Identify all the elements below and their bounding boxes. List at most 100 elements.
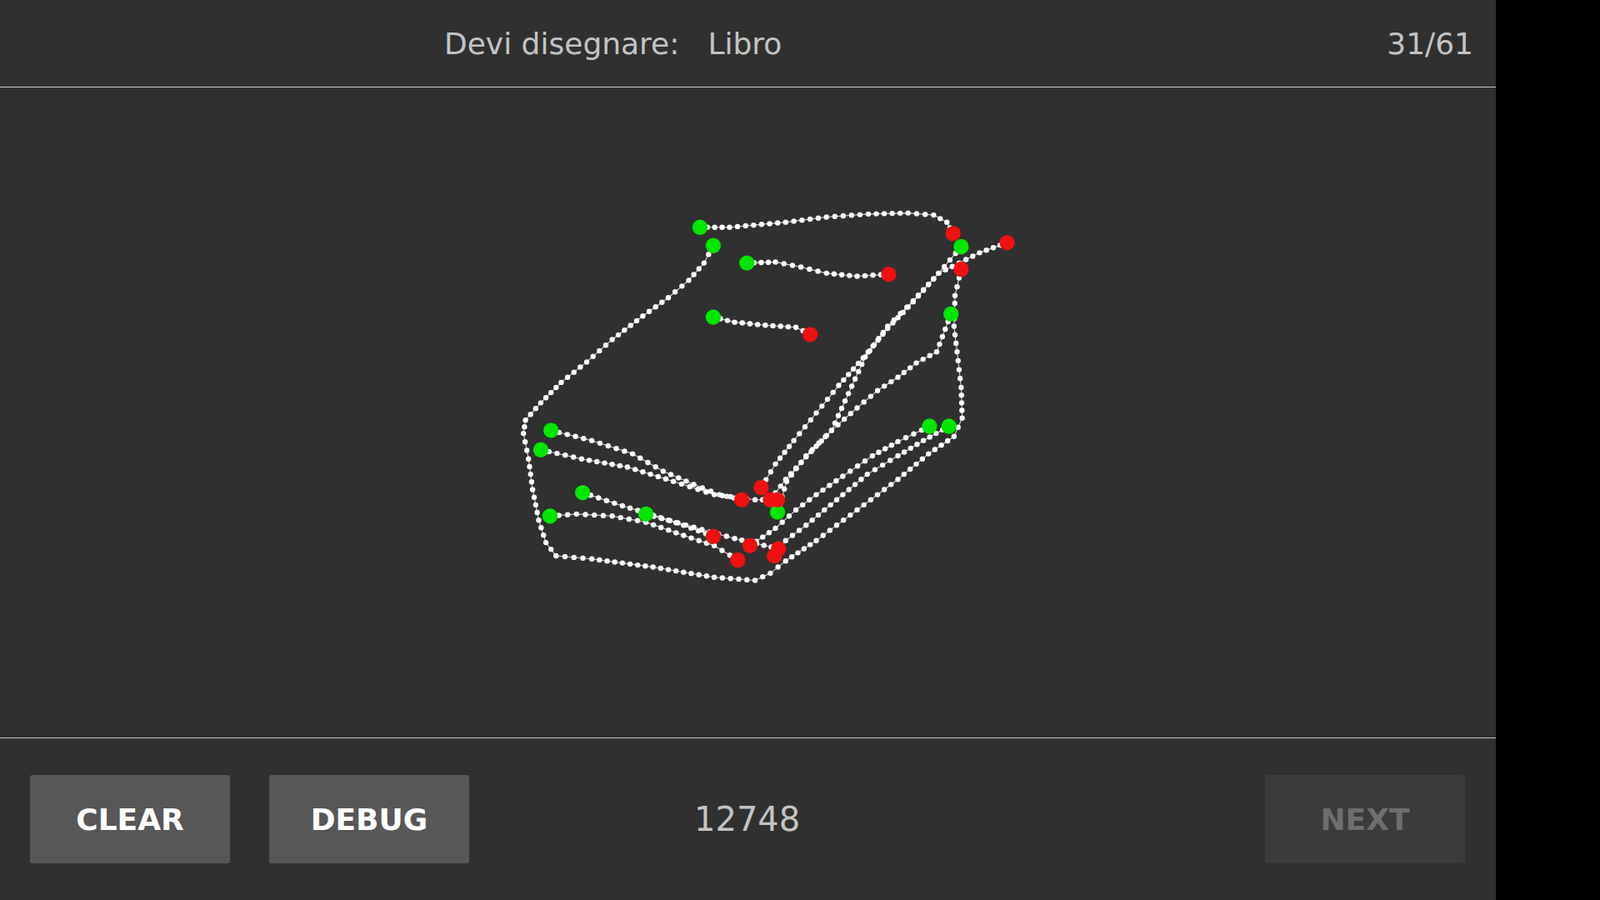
stroke-point (913, 360, 919, 365)
stroke-point (703, 489, 709, 495)
stroke-point (719, 547, 725, 553)
stroke-point (780, 519, 785, 525)
stroke-point (626, 516, 632, 522)
stroke-point (806, 497, 812, 503)
stroke-point (571, 555, 577, 560)
stroke-point (679, 283, 685, 289)
stroke-point (572, 434, 578, 440)
stroke-point (690, 525, 696, 530)
stroke-point (920, 456, 925, 462)
stroke-point (984, 247, 990, 253)
stroke-point (535, 517, 541, 523)
stroke-point (951, 434, 957, 440)
stroke-point (952, 332, 958, 338)
stroke-point (628, 322, 634, 328)
stroke-point (521, 424, 527, 430)
stroke-point (891, 317, 897, 323)
stroke-point (910, 431, 916, 437)
button-group: NEXT (1265, 775, 1465, 864)
button-group: CLEAR DEBUG (30, 775, 470, 864)
stroke-point (840, 213, 846, 219)
stroke-point (767, 570, 773, 576)
stroke-point (640, 313, 645, 319)
stroke-point (846, 272, 852, 278)
stroke-point (914, 210, 920, 216)
stroke-point (777, 455, 783, 461)
stroke-point (840, 517, 846, 523)
stroke-point (807, 541, 813, 547)
stroke-point (533, 405, 539, 411)
progress-counter: 31/61 (1386, 26, 1474, 61)
stroke-point (813, 491, 819, 497)
stroke-point (953, 340, 959, 346)
stroke-point (842, 398, 848, 404)
stroke-point (632, 466, 638, 472)
stroke-start-dot (543, 422, 559, 438)
stroke-point (659, 515, 665, 521)
stroke-point (690, 271, 696, 277)
stroke-line (700, 213, 954, 234)
stroke-point (925, 281, 931, 287)
stroke-point (783, 476, 789, 482)
stroke-point (680, 569, 686, 575)
header-bar: Devi disegnare:Libro31/61 (0, 0, 1496, 88)
stroke-point (955, 358, 961, 364)
stroke-point (630, 450, 635, 456)
stroke-point (796, 527, 802, 533)
stroke (760, 244, 964, 488)
stroke-point (829, 427, 835, 433)
stroke-point (901, 471, 907, 477)
stroke-point (565, 431, 570, 437)
stroke-point (683, 478, 689, 484)
stroke-point (865, 211, 871, 217)
stroke-point (582, 511, 588, 517)
stroke-point (743, 223, 749, 229)
stroke-point (888, 379, 894, 385)
stroke-point (788, 470, 794, 476)
stroke-point (793, 465, 799, 471)
stroke-point (808, 417, 814, 423)
stroke-point (659, 300, 665, 305)
stroke-point (571, 369, 577, 375)
stroke-point (533, 502, 539, 508)
stroke-point (835, 413, 841, 419)
stroke-point (793, 465, 799, 471)
stroke-point (726, 225, 732, 230)
stroke-line (774, 426, 949, 557)
stroke-point (880, 330, 886, 335)
stroke-point (760, 574, 765, 580)
stroke-point (959, 400, 965, 405)
stroke-point (895, 453, 900, 459)
stroke-point (701, 260, 707, 265)
stroke-end-dot (802, 326, 818, 342)
stroke-start-dot (943, 306, 959, 322)
clear-button[interactable]: CLEAR (30, 775, 230, 864)
stroke-point (849, 212, 855, 218)
stroke-point (793, 507, 799, 513)
stroke-start-dot (921, 418, 937, 434)
stroke-point (865, 471, 870, 477)
stroke-point (618, 515, 624, 520)
stroke-point (889, 210, 895, 216)
stroke-point (952, 300, 958, 306)
stroke-point (553, 385, 559, 390)
stroke-point (645, 460, 650, 465)
stroke-point (857, 211, 863, 217)
stroke-point (976, 250, 982, 255)
stroke-point (562, 452, 568, 458)
stroke-end-dot (945, 225, 960, 241)
stroke-point (826, 482, 832, 488)
stroke-point (711, 491, 717, 497)
stroke-point (845, 390, 851, 396)
stroke-start-dot (542, 508, 558, 524)
stroke-point (945, 438, 950, 444)
stroke-point (766, 220, 772, 226)
stroke-point (783, 219, 789, 225)
stroke-point (770, 323, 775, 329)
debug-button[interactable]: DEBUG (269, 775, 470, 864)
stroke-point (520, 430, 526, 436)
stroke-start-dot (692, 220, 708, 235)
drawing-canvas[interactable] (0, 87, 1496, 738)
stroke-point (920, 437, 926, 443)
stroke-point (609, 513, 615, 519)
